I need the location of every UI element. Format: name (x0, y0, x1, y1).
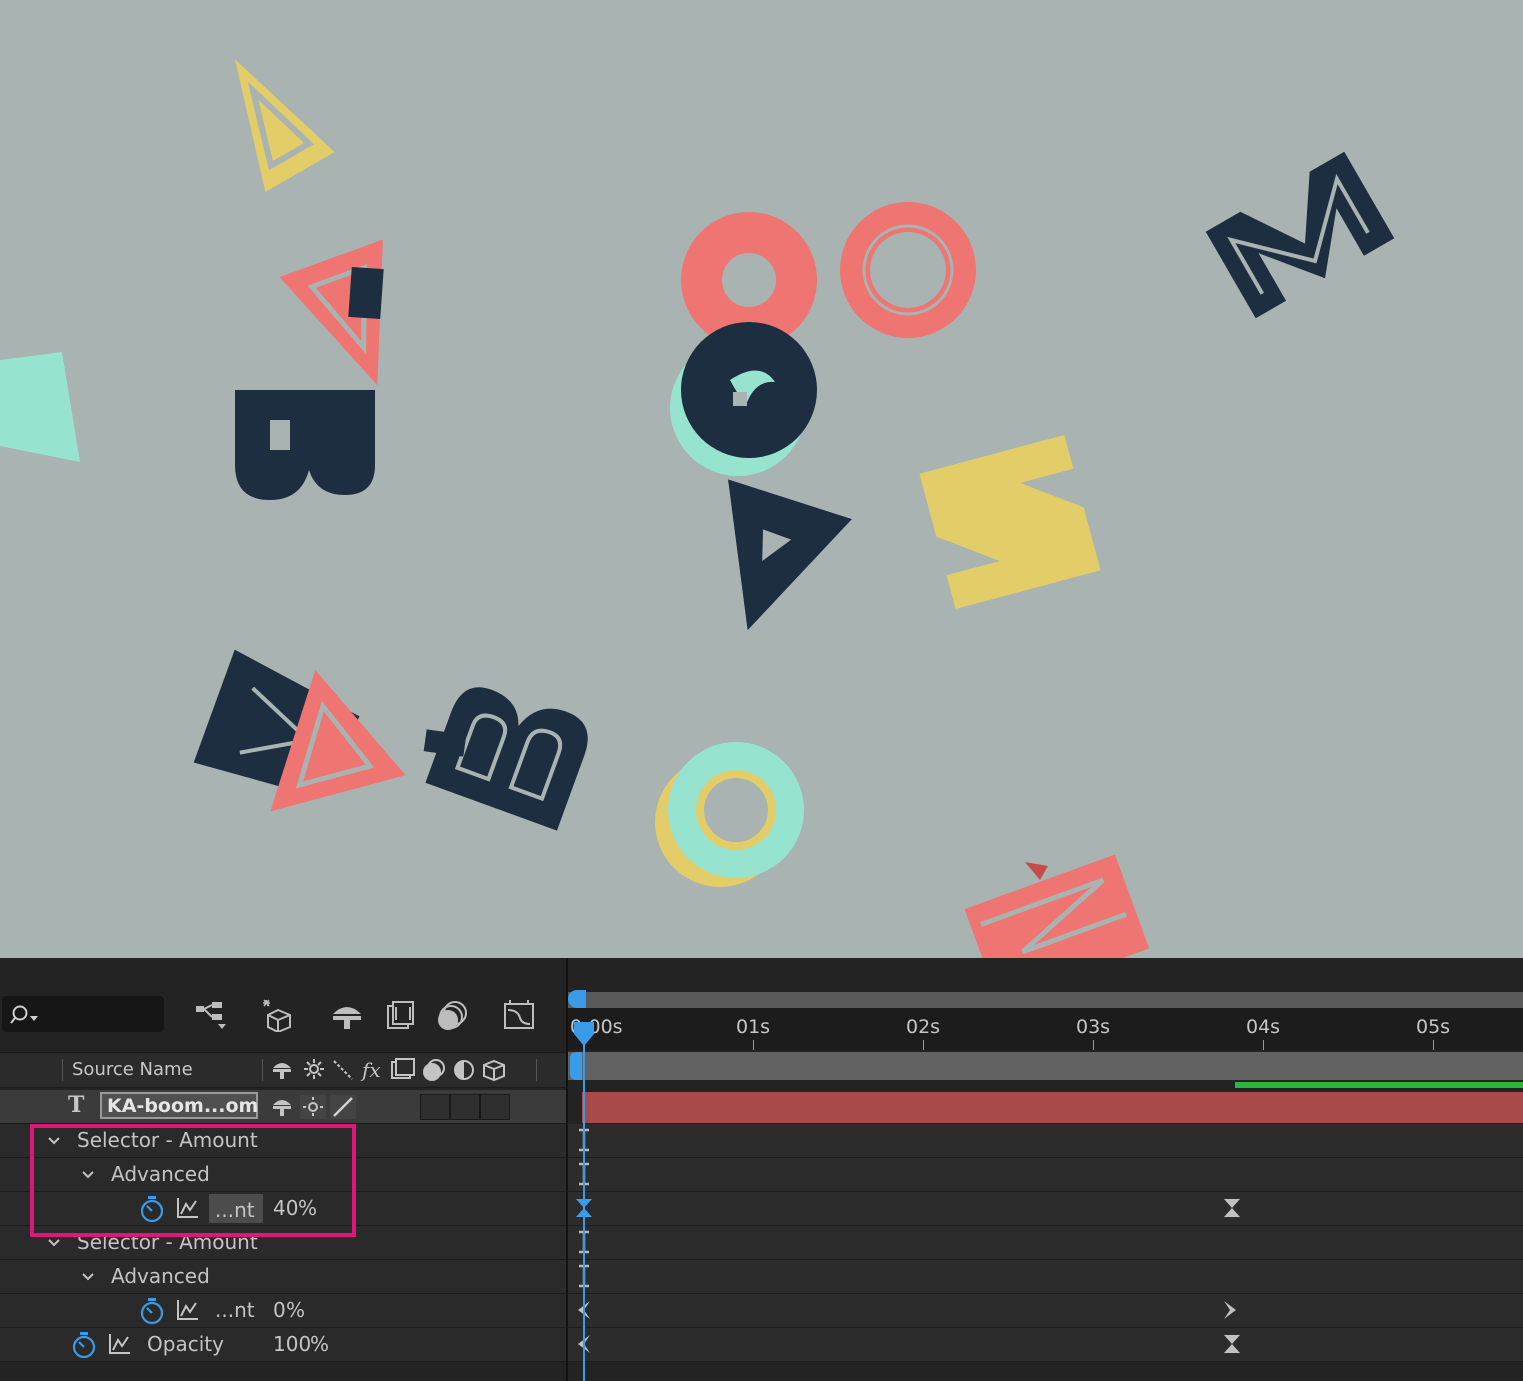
chevron-down-icon[interactable] (47, 1236, 61, 1250)
layer-row[interactable]: T KA-boom...om (0, 1090, 566, 1124)
adjustment-layer-icon (454, 1060, 474, 1080)
playhead-line[interactable] (583, 1030, 585, 1381)
property-name[interactable]: ...nt (215, 1298, 255, 1322)
keyframes-layer (576, 1128, 1240, 1353)
ruler-label: 02s (906, 1016, 941, 1038)
frame-blend-switch-icon (391, 1058, 415, 1079)
stopwatch-icon[interactable] (71, 1331, 97, 1359)
work-area-start-handle[interactable] (570, 1052, 582, 1080)
timeline-panel: Source Name fx T KA-boom...om Selector -… (0, 958, 1523, 1381)
frame-blending-icon[interactable] (384, 998, 418, 1032)
motion-blur-icon[interactable] (436, 998, 470, 1032)
graph-icon[interactable] (176, 1298, 200, 1322)
property-unit: % (310, 1332, 330, 1356)
layer-duration-bar[interactable] (582, 1092, 1523, 1123)
layer-switches-header: fx (273, 1058, 505, 1082)
property-group-row[interactable]: Advanced (0, 1260, 566, 1294)
playhead-handle[interactable] (574, 1022, 594, 1048)
letter-b-dark (235, 390, 375, 500)
quality-icon (333, 1060, 353, 1080)
property-value[interactable]: 0 (273, 1298, 286, 1322)
keyframe (1224, 1199, 1240, 1217)
composition-artwork (0, 59, 1395, 958)
letter-a-dark (728, 479, 852, 631)
property-group-label: Advanced (111, 1264, 210, 1288)
source-name-column[interactable]: Source Name (72, 1059, 193, 1080)
shy-icon (273, 1063, 291, 1079)
property-value[interactable]: 100 (273, 1332, 311, 1356)
keyframe (1224, 1335, 1240, 1353)
motion-blur-switch-icon (423, 1059, 445, 1081)
ruler-label: 01s (736, 1016, 771, 1038)
property-row[interactable]: Opacity 100 % (0, 1328, 566, 1362)
search-field[interactable] (2, 996, 164, 1032)
letter-m-dark (1205, 151, 1395, 319)
3d-layer-icon (483, 1059, 505, 1082)
search-icon (10, 1005, 38, 1024)
timeline-tracks: 0:00s 01s 02s 03s 04s 05s (568, 958, 1523, 1381)
letter-a-yellow (235, 59, 335, 192)
navigator-start-handle[interactable] (568, 990, 586, 1008)
switch-slot-1[interactable] (420, 1094, 450, 1120)
letter-m-yellow (919, 434, 1101, 610)
time-ruler[interactable] (568, 1008, 1523, 1050)
keyframe (1224, 1301, 1236, 1319)
stopwatch-icon[interactable] (139, 1297, 165, 1325)
layer-name-field[interactable]: KA-boom...om (100, 1092, 258, 1119)
graph-icon[interactable] (108, 1332, 132, 1356)
switch-slot-3[interactable] (480, 1094, 510, 1120)
letter-a-red-rotated (279, 239, 383, 386)
effects-icon: fx (360, 1058, 381, 1082)
time-navigator-bar[interactable] (568, 992, 1523, 1008)
composition-flowchart-icon[interactable] (194, 998, 228, 1032)
letter-w-red (964, 854, 1150, 958)
collapse-transform-icon (304, 1059, 324, 1079)
draft-3d-icon[interactable] (262, 998, 296, 1032)
ruler-label: 05s (1416, 1016, 1451, 1038)
highlight-box (30, 1124, 356, 1237)
switch-slot-2[interactable] (450, 1094, 480, 1120)
composition-viewer[interactable] (0, 0, 1523, 958)
property-unit: % (286, 1298, 306, 1322)
column-header-bar: Source Name fx (0, 1052, 566, 1088)
search-input[interactable] (44, 1002, 160, 1026)
ruler-label: 04s (1246, 1016, 1281, 1038)
graph-editor-icon[interactable] (502, 998, 536, 1032)
cached-frames-bar (1235, 1082, 1523, 1088)
ruler-label: 03s (1076, 1016, 1111, 1038)
layer-switches[interactable] (270, 1094, 360, 1120)
text-layer-icon: T (68, 1092, 85, 1118)
chevron-down-icon[interactable] (81, 1270, 95, 1284)
layer-outline: Source Name fx T KA-boom...om Selector -… (0, 958, 566, 1381)
shy-layers-icon[interactable] (330, 998, 364, 1032)
work-area-bar[interactable] (568, 1052, 1523, 1080)
property-row[interactable]: ...nt 0 % (0, 1294, 566, 1328)
layer-name: KA-boom...om (107, 1095, 259, 1117)
property-name[interactable]: Opacity (147, 1332, 224, 1356)
